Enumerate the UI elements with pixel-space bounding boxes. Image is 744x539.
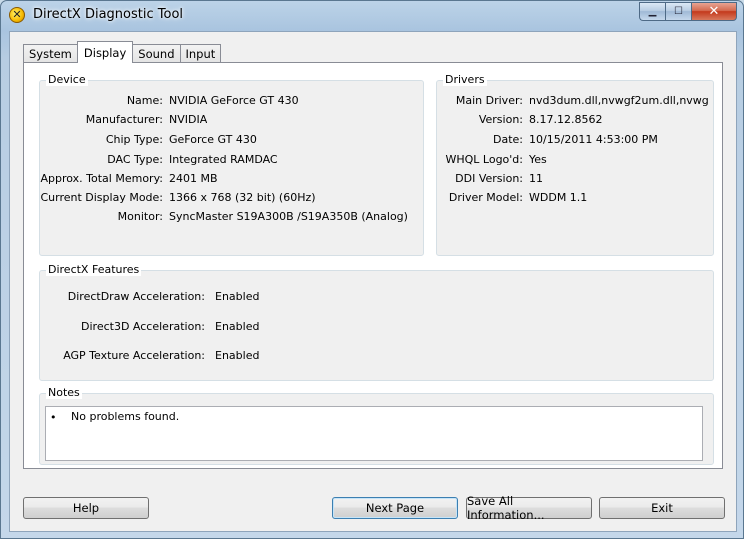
drivers-group: Drivers Main Driver: nvd3dum.dll,nvwgf2u… xyxy=(436,73,714,256)
maximize-button[interactable]: ☐ xyxy=(665,2,691,21)
title-bar[interactable]: ✕ DirectX Diagnostic Tool ▁ ☐ ✕ xyxy=(1,1,743,29)
device-row: Monitor: SyncMaster S19A300B /S19A350B (… xyxy=(40,210,408,224)
device-group: Device Name: NVIDIA GeForce GT 430 Manuf… xyxy=(39,73,424,256)
app-window: ✕ DirectX Diagnostic Tool ▁ ☐ ✕ System D… xyxy=(0,0,744,539)
tab-display[interactable]: Display xyxy=(76,41,134,63)
device-row: Current Display Mode: 1366 x 768 (32 bit… xyxy=(40,191,316,205)
driver-label: Driver Model: xyxy=(448,191,523,204)
drivers-group-label: Drivers xyxy=(443,73,487,86)
tab-strip: System Display Sound Input xyxy=(23,41,222,63)
device-row: Chip Type: GeForce GT 430 xyxy=(40,133,257,147)
directx-x-icon: ✕ xyxy=(9,7,25,23)
feature-value: Enabled xyxy=(215,290,260,303)
close-icon: ✕ xyxy=(708,4,720,19)
driver-value: 10/15/2011 4:53:00 PM xyxy=(529,133,658,146)
device-row: Approx. Total Memory: 2401 MB xyxy=(40,172,218,186)
driver-label: WHQL Logo'd: xyxy=(445,153,523,166)
device-value: Integrated RAMDAC xyxy=(169,153,278,166)
window-title: DirectX Diagnostic Tool xyxy=(33,7,184,22)
driver-row: Driver Model: WDDM 1.1 xyxy=(437,191,587,205)
device-value: 1366 x 768 (32 bit) (60Hz) xyxy=(169,191,316,204)
feature-label: Direct3D Acceleration: xyxy=(81,320,205,333)
driver-row: WHQL Logo'd: Yes xyxy=(437,153,547,167)
bullet-icon: • xyxy=(50,411,57,424)
driver-label: Version: xyxy=(478,113,523,126)
help-button[interactable]: Help xyxy=(23,497,149,519)
driver-row: Date: 10/15/2011 4:53:00 PM xyxy=(437,133,658,147)
driver-label: DDI Version: xyxy=(455,172,523,185)
device-row: Manufacturer: NVIDIA xyxy=(40,113,207,127)
feature-label: DirectDraw Acceleration: xyxy=(67,290,205,303)
tab-system[interactable]: System xyxy=(23,44,78,63)
feature-row: Direct3D Acceleration: Enabled xyxy=(40,320,259,334)
device-label: Approx. Total Memory: xyxy=(40,172,164,185)
device-label: Current Display Mode: xyxy=(40,191,163,204)
driver-row: DDI Version: 11 xyxy=(437,172,543,186)
caption-buttons: ▁ ☐ ✕ xyxy=(639,2,737,21)
minimize-button[interactable]: ▁ xyxy=(639,2,665,21)
client-area: System Display Sound Input Device Name: … xyxy=(9,31,737,532)
close-button[interactable]: ✕ xyxy=(691,2,737,21)
driver-value: WDDM 1.1 xyxy=(529,191,588,204)
notes-textbox[interactable]: • No problems found. xyxy=(45,406,703,461)
driver-label: Main Driver: xyxy=(455,94,523,107)
device-label: Chip Type: xyxy=(105,133,163,146)
note-item: No problems found. xyxy=(71,410,180,423)
maximize-icon: ☐ xyxy=(674,6,683,17)
next-page-button[interactable]: Next Page xyxy=(332,497,458,519)
tab-sound[interactable]: Sound xyxy=(132,44,181,63)
features-group-label: DirectX Features xyxy=(46,263,142,276)
tab-input[interactable]: Input xyxy=(179,44,222,63)
device-value: SyncMaster S19A300B /S19A350B (Analog) xyxy=(169,210,408,223)
driver-value: nvd3dum.dll,nvwgf2um.dll,nvwgf2um xyxy=(529,94,708,107)
display-tab-panel: Device Name: NVIDIA GeForce GT 430 Manuf… xyxy=(23,62,723,469)
device-row: Name: NVIDIA GeForce GT 430 xyxy=(40,94,299,108)
driver-row: Main Driver: nvd3dum.dll,nvwgf2um.dll,nv… xyxy=(437,94,708,108)
notes-group: Notes • No problems found. xyxy=(39,386,714,465)
feature-label: AGP Texture Acceleration: xyxy=(63,349,205,362)
driver-row: Version: 8.17.12.8562 xyxy=(437,113,603,127)
device-group-label: Device xyxy=(46,73,88,86)
notes-group-label: Notes xyxy=(46,386,82,399)
driver-value: 11 xyxy=(529,172,543,185)
device-value: GeForce GT 430 xyxy=(169,133,257,146)
device-label: Manufacturer: xyxy=(85,113,163,126)
driver-label: Date: xyxy=(493,133,523,146)
device-value: NVIDIA GeForce GT 430 xyxy=(169,94,299,107)
minimize-icon: ▁ xyxy=(648,6,657,17)
driver-value: 8.17.12.8562 xyxy=(529,113,603,126)
device-label: DAC Type: xyxy=(107,153,163,166)
feature-value: Enabled xyxy=(215,320,260,333)
exit-button[interactable]: Exit xyxy=(599,497,725,519)
device-label: Monitor: xyxy=(117,210,163,223)
save-all-information-button[interactable]: Save All Information... xyxy=(466,494,592,522)
feature-row: AGP Texture Acceleration: Enabled xyxy=(40,349,259,363)
feature-value: Enabled xyxy=(215,349,260,362)
device-label: Name: xyxy=(126,94,163,107)
device-value: 2401 MB xyxy=(169,172,218,185)
device-value: NVIDIA xyxy=(169,113,208,126)
directx-features-group: DirectX Features DirectDraw Acceleration… xyxy=(39,263,714,381)
driver-value: Yes xyxy=(529,153,547,166)
feature-row: DirectDraw Acceleration: Enabled xyxy=(40,290,260,304)
device-row: DAC Type: Integrated RAMDAC xyxy=(40,153,278,167)
